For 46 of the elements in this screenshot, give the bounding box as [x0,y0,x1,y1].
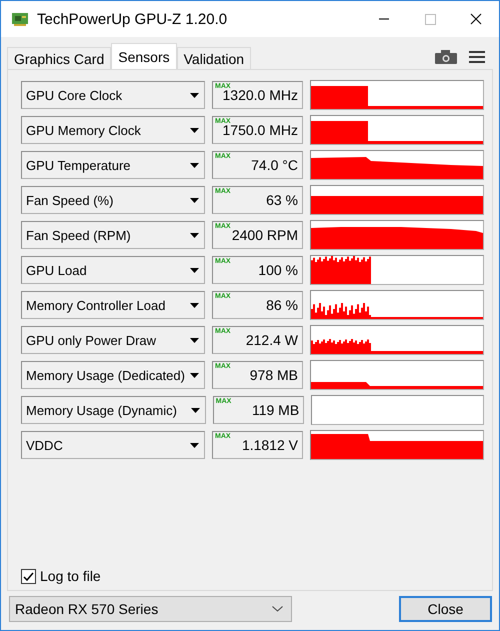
tab[interactable]: Sensors [111,43,177,69]
log-to-file-checkbox[interactable]: Log to file [21,568,484,584]
sensor-dropdown[interactable]: GPU Memory Clock [21,116,205,144]
caret-icon [190,408,200,412]
gpu-select[interactable]: Radeon RX 570 Series [9,596,292,622]
close-button[interactable]: Close [399,596,492,622]
caret-icon [190,232,199,238]
sensor-value: 1.1812 V [242,437,298,453]
caret-icon [190,338,199,342]
checkbox[interactable] [21,568,36,584]
sensor-value: 63 % [266,192,298,208]
sensor-dropdown[interactable]: Fan Speed (%) [21,186,205,214]
chevron-down-icon [272,606,283,612]
camera-icon[interactable] [435,50,457,64]
sensor-dropdown[interactable]: Memory Usage (Dedicated) [21,361,205,389]
sensor-dropdown[interactable]: Fan Speed (RPM) [21,221,205,249]
sensor-value: 86 % [266,297,298,313]
sensor-dropdown[interactable]: GPU Core Clock [21,81,205,109]
caret-icon [190,268,199,272]
sensor-dropdown[interactable]: Memory Controller Load [21,291,205,319]
graphics-card-icon [11,11,29,27]
sensor-value: 1320.0 MHz [222,87,298,103]
sensor-dropdown[interactable]: GPU Load [21,256,205,284]
tab[interactable]: Graphics Card [7,47,112,69]
sensor-value: 74.0 °C [251,157,298,173]
menu-icon[interactable] [469,50,485,64]
caret-icon [190,92,199,98]
sensor-value: 212.4 W [246,332,298,348]
sensor-value: 978 MB [250,367,298,383]
graph-trace [311,256,371,284]
caret-icon [190,372,199,378]
sensor-dropdown[interactable]: VDDC [21,431,205,459]
sensor-dropdown[interactable]: Memory Usage (Dynamic) [21,396,206,424]
sensor-dropdown[interactable]: GPU Temperature [21,151,205,179]
sensor-value: 1750.0 MHz [222,122,298,138]
sensor-value: 2400 RPM [232,227,298,243]
caret-icon [190,198,199,202]
sensor-dropdown[interactable]: GPU only Power Draw [21,326,205,354]
sensor-value: 119 MB [252,402,300,418]
caret-icon [190,442,199,448]
window-title: TechPowerUp GPU-Z 1.20.0 [37,10,228,28]
sensor-value: 100 % [258,262,298,278]
tab[interactable]: Validation [176,47,252,69]
caret-icon [190,302,199,308]
caret-icon [190,162,199,168]
caret-icon [190,128,199,132]
